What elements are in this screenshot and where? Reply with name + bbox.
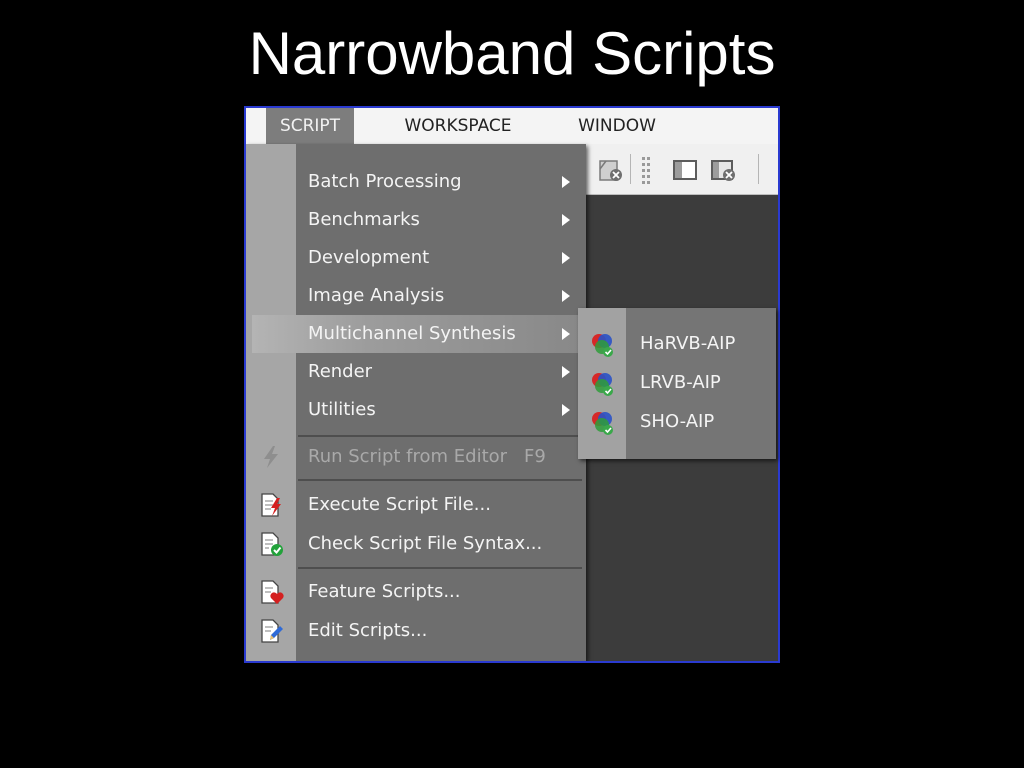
menu-item-utilities[interactable]: Utilities	[296, 391, 584, 429]
menu-item-label: Batch Processing	[308, 171, 462, 192]
menu-item-multichannel-synthesis[interactable]: Multichannel Synthesis	[252, 315, 584, 353]
menu-item-label: Edit Scripts...	[308, 620, 428, 641]
toolbar	[586, 144, 778, 195]
menu-item-label: Render	[308, 361, 373, 382]
menu-workspace[interactable]: WORKSPACE	[391, 108, 525, 144]
menu-script[interactable]: SCRIPT	[266, 108, 354, 144]
submenu-arrow-icon	[562, 252, 570, 264]
menu-item-label: Benchmarks	[308, 209, 420, 230]
grip-icon[interactable]	[640, 157, 652, 184]
rgb-channels-icon	[588, 370, 616, 398]
menu-item-label: Multichannel Synthesis	[308, 323, 516, 344]
menu-separator	[298, 479, 582, 481]
rgb-channels-icon	[588, 331, 616, 359]
script-menu: Batch Processing Benchmarks Development …	[246, 144, 586, 661]
menu-item-label: Execute Script File...	[308, 494, 491, 515]
close-panel-icon[interactable]	[710, 157, 736, 183]
shortcut-label: F9	[524, 446, 546, 467]
menu-item-label: Run Script from Editor	[308, 446, 508, 467]
submenu-item-sho-aip[interactable]: SHO-AIP	[578, 402, 776, 442]
slide-title: Narrowband Scripts	[248, 20, 776, 87]
menu-item-label: Development	[308, 247, 430, 268]
menu-item-batch-processing[interactable]: Batch Processing	[296, 163, 584, 201]
check-syntax-icon	[258, 531, 284, 557]
menu-item-development[interactable]: Development	[296, 239, 584, 277]
menu-window[interactable]: WINDOW	[566, 108, 668, 144]
submenu-item-label: LRVB-AIP	[640, 372, 721, 393]
submenu-arrow-icon	[562, 290, 570, 302]
rgb-channels-icon	[588, 409, 616, 437]
submenu-arrow-icon	[562, 328, 570, 340]
menu-item-label: Utilities	[308, 399, 376, 420]
close-image-icon[interactable]	[598, 157, 624, 183]
menu-item-execute-script-file[interactable]: Execute Script File...	[296, 486, 584, 524]
panel-icon[interactable]	[672, 157, 698, 183]
edit-scripts-icon	[258, 618, 284, 644]
menu-item-render[interactable]: Render	[296, 353, 584, 391]
execute-script-icon	[258, 492, 284, 518]
submenu-arrow-icon	[562, 404, 570, 416]
lightning-icon	[258, 444, 284, 470]
submenu-item-harvb-aip[interactable]: HaRVB-AIP	[578, 324, 776, 364]
menu-bar: SCRIPT WORKSPACE WINDOW	[246, 108, 778, 144]
toolbar-separator	[758, 154, 759, 184]
submenu-item-label: SHO-AIP	[640, 411, 715, 432]
menu-item-check-script-file-syntax[interactable]: Check Script File Syntax...	[296, 525, 584, 563]
submenu-arrow-icon	[562, 176, 570, 188]
menu-item-benchmarks[interactable]: Benchmarks	[296, 201, 584, 239]
submenu-item-label: HaRVB-AIP	[640, 333, 736, 354]
submenu-item-lrvb-aip[interactable]: LRVB-AIP	[578, 363, 776, 403]
menu-item-run-script-from-editor: Run Script from Editor F9	[296, 438, 584, 476]
menu-item-label: Feature Scripts...	[308, 581, 461, 602]
toolbar-separator	[630, 154, 631, 184]
multichannel-synthesis-submenu: HaRVB-AIP LRVB-AIP SHO-AIP	[578, 308, 776, 459]
menu-item-image-analysis[interactable]: Image Analysis	[296, 277, 584, 315]
menu-item-feature-scripts[interactable]: Feature Scripts...	[296, 573, 584, 611]
feature-scripts-icon	[258, 579, 284, 605]
menu-item-edit-scripts[interactable]: Edit Scripts...	[296, 612, 584, 650]
submenu-arrow-icon	[562, 366, 570, 378]
menu-item-label: Check Script File Syntax...	[308, 533, 543, 554]
menu-separator	[298, 567, 582, 569]
menu-separator	[298, 435, 582, 437]
submenu-arrow-icon	[562, 214, 570, 226]
menu-item-label: Image Analysis	[308, 285, 445, 306]
